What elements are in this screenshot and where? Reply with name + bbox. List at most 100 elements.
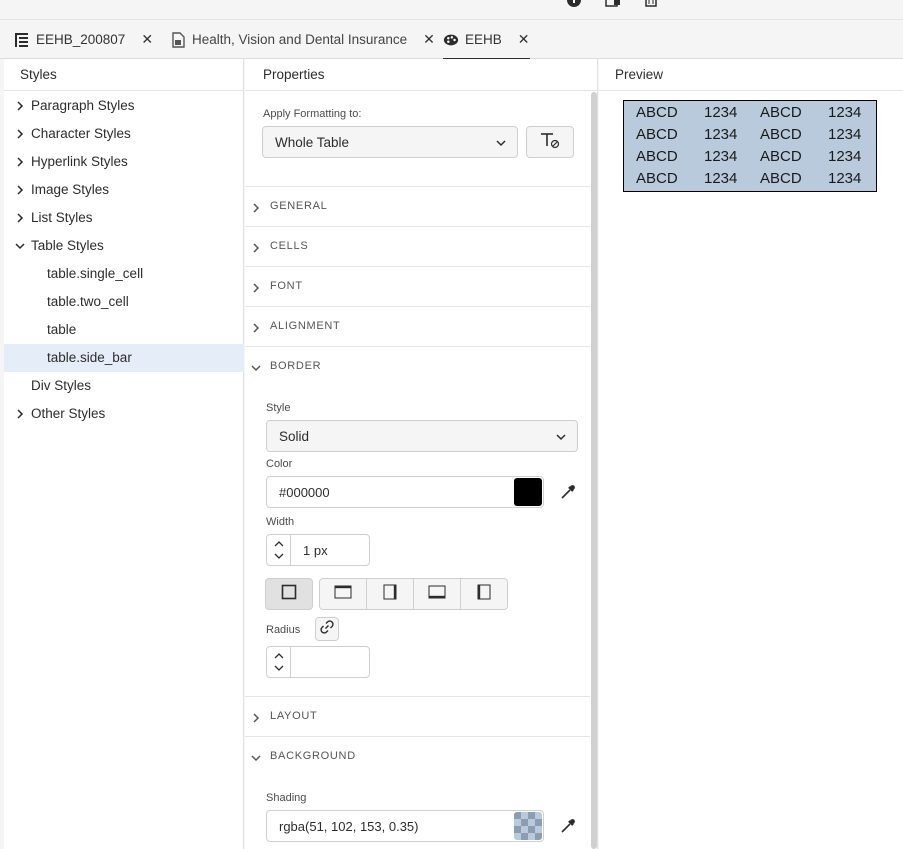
border-width-stepper[interactable]: 1 px xyxy=(266,534,370,566)
border-color-label: Color xyxy=(266,458,293,470)
close-icon[interactable]: ✕ xyxy=(423,31,435,48)
shading-value: rgba(51, 102, 153, 0.35) xyxy=(279,818,419,834)
preview-cell: 1234 xyxy=(704,148,738,165)
section-title: LAYOUT xyxy=(270,710,318,722)
tree-item-image-styles[interactable]: Image Styles xyxy=(4,176,244,204)
properties-panel: Properties Apply Formatting to: Whole Ta… xyxy=(245,59,598,849)
tab-eehb-200807[interactable]: EEHB_200807 ✕ xyxy=(14,20,153,59)
chevron-right-icon xyxy=(250,711,262,723)
scrollbar[interactable] xyxy=(591,92,597,849)
tab-eehb[interactable]: EEHB ✕ xyxy=(443,20,530,60)
section-title: BORDER xyxy=(270,360,322,372)
border-style-value: Solid xyxy=(279,428,310,444)
preview-cell: ABCD xyxy=(636,104,678,121)
preview-cell: 1234 xyxy=(704,170,738,187)
preview-cell: 1234 xyxy=(828,126,862,143)
chevron-right-icon xyxy=(14,92,26,120)
preview-cell: ABCD xyxy=(636,170,678,187)
chevron-down-icon xyxy=(250,751,262,763)
tab-health-insurance[interactable]: Health, Vision and Dental Insurance ✕ xyxy=(170,20,435,59)
border-left-icon xyxy=(477,584,491,605)
border-style-select[interactable]: Solid xyxy=(266,420,578,452)
delete-icon[interactable] xyxy=(643,0,659,8)
chevron-down-icon xyxy=(14,232,26,260)
border-all-group xyxy=(265,578,313,610)
tree-item-list-styles[interactable]: List Styles xyxy=(4,204,244,232)
border-all-icon xyxy=(281,584,297,605)
border-width-label: Width xyxy=(266,516,295,528)
tree-item-table-two-cell[interactable]: table.two_cell xyxy=(4,288,244,316)
section-cells[interactable]: CELLS xyxy=(245,226,590,266)
shading-input[interactable]: rgba(51, 102, 153, 0.35) xyxy=(266,810,544,842)
section-title: ALIGNMENT xyxy=(270,320,341,332)
tree-item-table[interactable]: table xyxy=(4,316,244,344)
tree-item-table-side-bar[interactable]: table.side_bar xyxy=(4,344,244,372)
preview-cell: 1234 xyxy=(828,104,862,121)
shading-swatch[interactable] xyxy=(514,812,542,840)
preview-cell: 1234 xyxy=(704,126,738,143)
tree-item-label: Other Styles xyxy=(31,406,106,421)
apply-formatting-label: Apply Formatting to: xyxy=(263,108,362,120)
border-right-button[interactable] xyxy=(366,578,414,610)
tree-item-label: Paragraph Styles xyxy=(31,98,135,113)
tree-item-div-styles[interactable]: Div Styles xyxy=(4,372,244,400)
section-alignment[interactable]: ALIGNMENT xyxy=(245,306,590,346)
stepper-arrows[interactable] xyxy=(267,647,291,677)
border-color-swatch[interactable] xyxy=(514,478,542,506)
tree-item-label: Div Styles xyxy=(31,378,92,393)
section-font[interactable]: FONT xyxy=(245,266,590,306)
chevron-down-icon xyxy=(495,137,507,149)
apply-formatting-value: Whole Table xyxy=(275,134,350,150)
chevron-down-icon xyxy=(555,431,567,443)
properties-panel-title: Properties xyxy=(245,59,597,91)
border-color-input[interactable]: #000000 xyxy=(266,476,544,508)
tree-item-character-styles[interactable]: Character Styles xyxy=(4,120,244,148)
eyedropper-icon[interactable] xyxy=(559,817,577,840)
tab-label: EEHB xyxy=(465,32,502,47)
section-title: GENERAL xyxy=(270,200,328,212)
border-right-icon xyxy=(383,584,397,605)
tree-item-hyperlink-styles[interactable]: Hyperlink Styles xyxy=(4,148,244,176)
stepper-arrows[interactable] xyxy=(267,535,291,565)
tree-item-table-styles[interactable]: Table Styles xyxy=(4,232,244,260)
preview-panel: Preview ABCD 1234 ABCD 1234 ABCD 1234 AB… xyxy=(599,59,903,849)
clear-formatting-button[interactable] xyxy=(526,126,574,158)
preview-cell: ABCD xyxy=(760,126,802,143)
border-left-button[interactable] xyxy=(460,578,508,610)
eyedropper-icon[interactable] xyxy=(559,483,577,506)
border-width-value: 1 px xyxy=(303,543,328,558)
border-radius-stepper[interactable] xyxy=(266,646,370,678)
add-page-icon[interactable] xyxy=(605,0,621,8)
chevron-right-icon xyxy=(250,241,262,253)
border-top-button[interactable] xyxy=(319,578,367,610)
tree-item-label: table.two_cell xyxy=(47,294,129,309)
preview-cell: ABCD xyxy=(760,170,802,187)
section-title: FONT xyxy=(270,280,303,292)
tree-item-table-single-cell[interactable]: table.single_cell xyxy=(4,260,244,288)
close-icon[interactable]: ✕ xyxy=(141,31,153,48)
tree-item-label: List Styles xyxy=(31,210,93,225)
preview-table: ABCD 1234 ABCD 1234 ABCD 1234 ABCD 1234 … xyxy=(623,100,877,192)
section-layout[interactable]: LAYOUT xyxy=(245,696,590,736)
border-bottom-button[interactable] xyxy=(413,578,461,610)
preview-cell: 1234 xyxy=(828,170,862,187)
tree-item-label: table.single_cell xyxy=(47,266,144,281)
chevron-down-icon xyxy=(250,361,262,373)
border-color-value: #000000 xyxy=(279,484,330,500)
tree-item-other-styles[interactable]: Other Styles xyxy=(4,400,244,428)
apply-formatting-select[interactable]: Whole Table xyxy=(262,126,518,158)
tree-item-paragraph-styles[interactable]: Paragraph Styles xyxy=(4,92,244,120)
chevron-right-icon xyxy=(14,120,26,148)
section-general[interactable]: GENERAL xyxy=(245,186,590,226)
section-border[interactable]: BORDER xyxy=(245,346,590,386)
border-all-button[interactable] xyxy=(265,578,313,610)
link-radius-button[interactable] xyxy=(315,617,339,641)
document-outline-icon xyxy=(14,32,30,48)
border-style-label: Style xyxy=(266,402,291,414)
section-background[interactable]: BACKGROUND xyxy=(245,736,590,776)
info-icon[interactable] xyxy=(566,0,582,8)
preview-cell: 1234 xyxy=(828,148,862,165)
section-title: CELLS xyxy=(270,240,309,252)
close-icon[interactable]: ✕ xyxy=(518,31,530,48)
tab-label: EEHB_200807 xyxy=(36,32,126,47)
